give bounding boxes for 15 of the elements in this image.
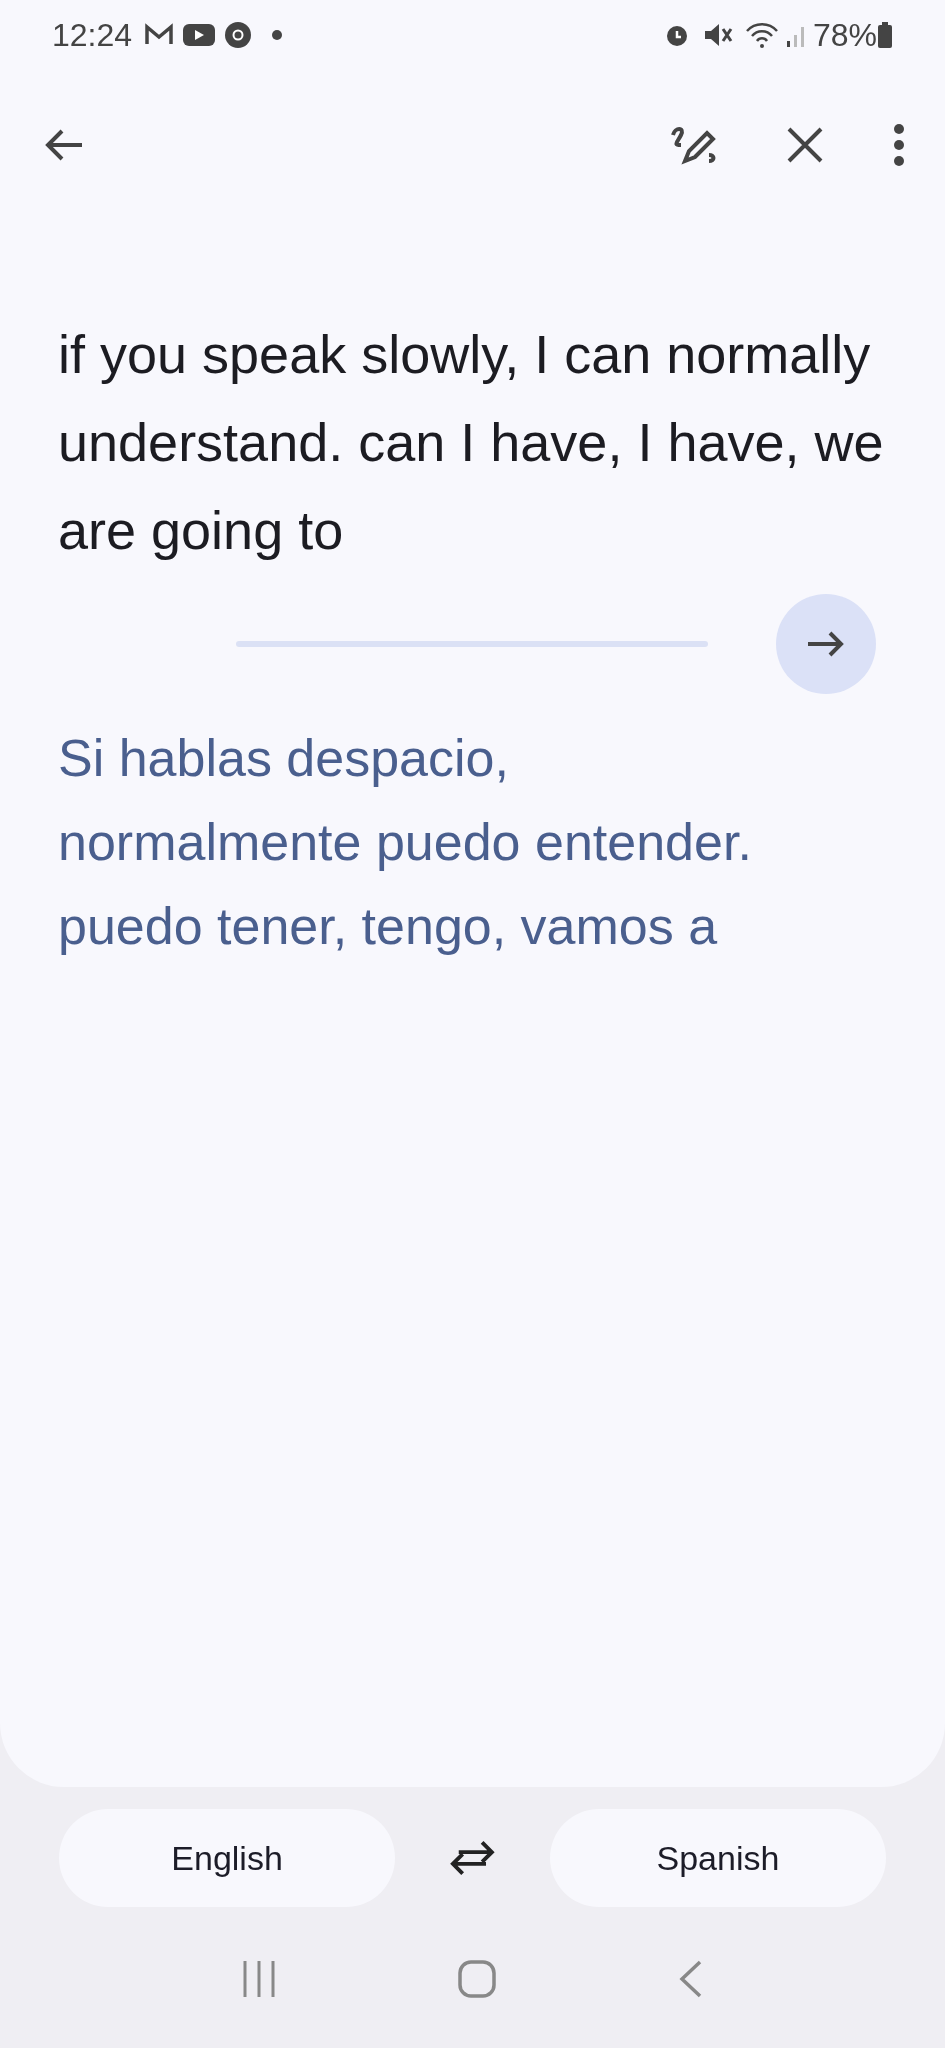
target-language-button[interactable]: Spanish xyxy=(549,1809,886,1907)
mute-icon xyxy=(702,21,733,49)
dot-icon xyxy=(272,30,283,40)
source-text: if you speak slowly, I can normally understand. can I have, I have, we are going to xyxy=(58,323,885,562)
close-icon[interactable] xyxy=(785,125,825,165)
wifi-icon xyxy=(744,21,781,49)
status-time: 12:24 xyxy=(52,16,133,55)
translation-text: Si hablas despacio, normalmente puedo entender. puedo tener, tengo, vamos a xyxy=(58,728,753,957)
swap-languages-icon[interactable] xyxy=(449,1838,496,1878)
home-icon[interactable] xyxy=(457,1959,498,1999)
battery-icon xyxy=(877,21,893,49)
source-language-button[interactable]: English xyxy=(59,1809,396,1907)
more-options-icon[interactable] xyxy=(893,123,905,167)
battery-percent: 78% xyxy=(812,16,877,55)
right-arrow-icon xyxy=(806,630,846,658)
